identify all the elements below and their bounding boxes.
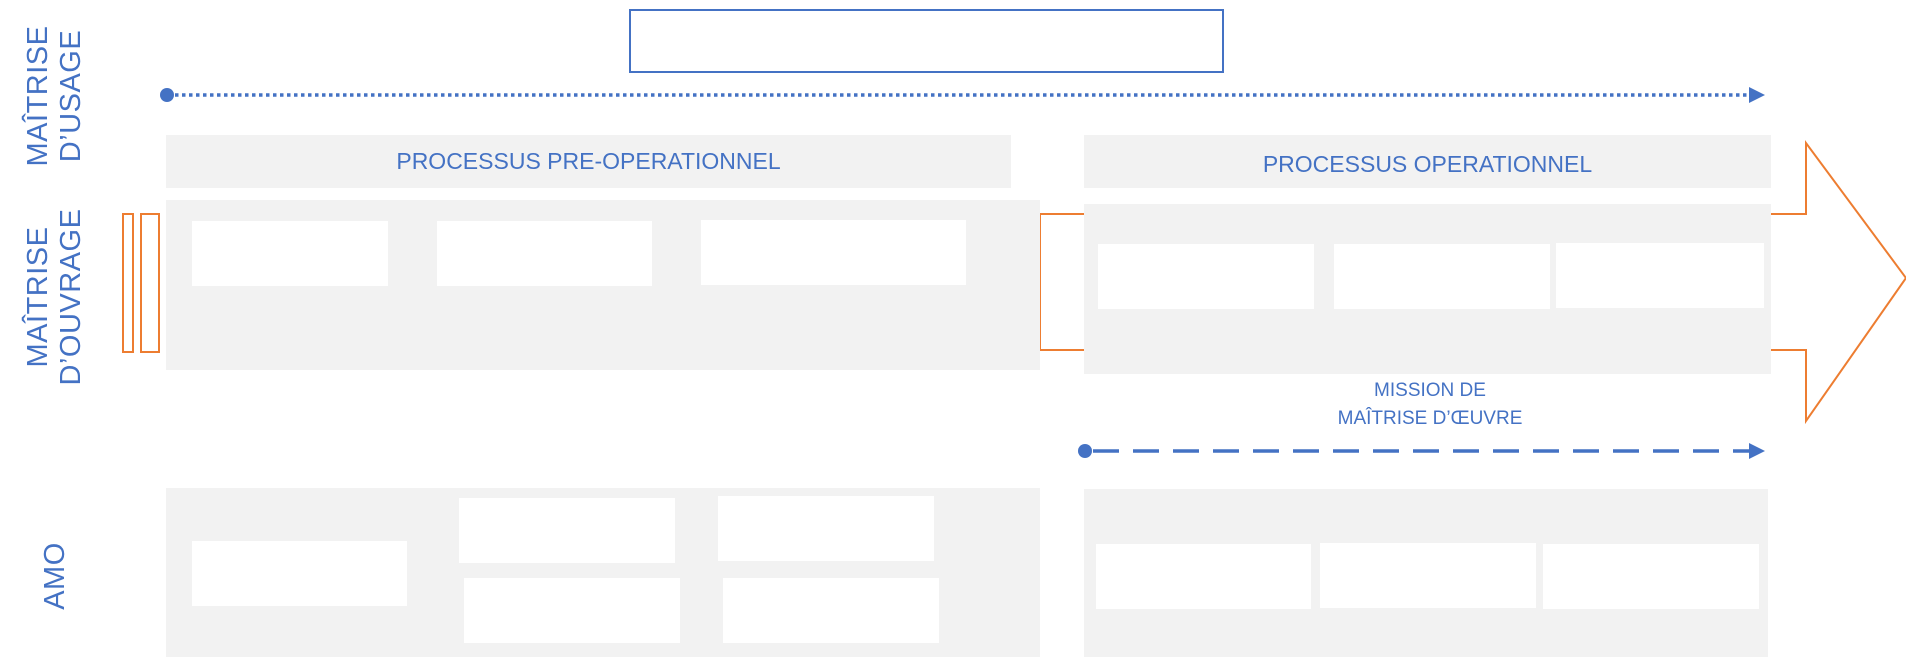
mission-timeline-arrowhead xyxy=(1749,443,1765,459)
usage-dotted-timeline xyxy=(160,87,1765,103)
usage-timeline-arrowhead xyxy=(1749,87,1765,103)
mission-timeline-start-dot xyxy=(1078,444,1092,458)
timeline-layer xyxy=(160,87,1765,459)
mission-dashed-timeline xyxy=(1078,443,1765,459)
usage-timeline-start-dot xyxy=(160,88,174,102)
